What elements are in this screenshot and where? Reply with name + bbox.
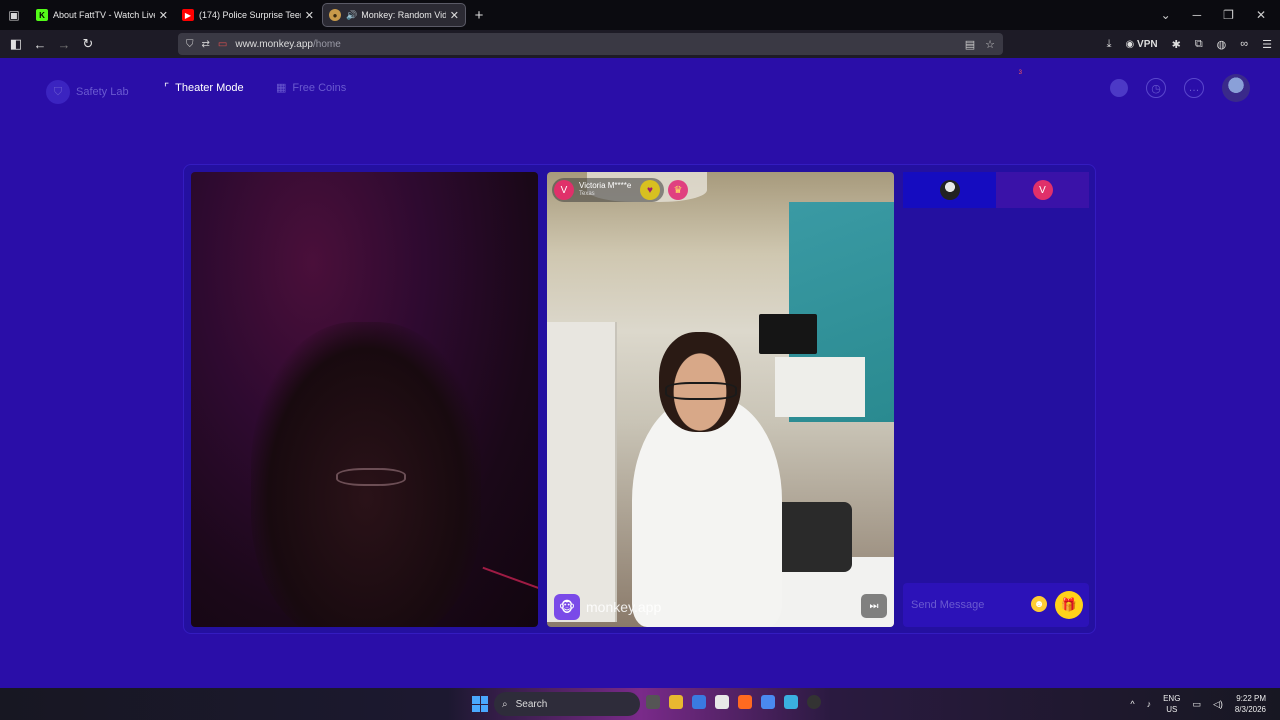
windows-taskbar: ⌕ Search ^ ♪ ENG US ▭ ◁) 9:22 PM 8/3/202… bbox=[0, 688, 1280, 720]
search-icon: ⌕ bbox=[502, 698, 508, 710]
browser-tab-strip: ▣ K About FattTV - Watch Live on K ✕ ▶ (… bbox=[0, 0, 1280, 30]
kick-favicon-icon: K bbox=[36, 9, 48, 21]
remote-camera-view bbox=[547, 172, 894, 627]
trophy-icon: ♛ bbox=[673, 184, 683, 196]
close-icon[interactable]: ✕ bbox=[305, 9, 314, 22]
monkey-logo-icon: 🐵 bbox=[554, 594, 580, 620]
tab-title: About FattTV - Watch Live on K bbox=[53, 10, 155, 20]
badge-button[interactable]: ♛ bbox=[668, 180, 688, 200]
remote-tab-avatar: V bbox=[1032, 180, 1053, 200]
search-label: Search bbox=[515, 698, 548, 710]
gift-button[interactable]: 🎁 bbox=[1055, 591, 1083, 619]
remote-user-avatar: V bbox=[554, 180, 574, 200]
sidebar-toggle-icon[interactable]: ◧ bbox=[4, 32, 28, 56]
extensions-puzzle-icon[interactable]: ⧉ bbox=[1195, 38, 1203, 51]
forward-button[interactable]: → bbox=[52, 32, 76, 56]
safety-lab-label: Safety Lab bbox=[76, 86, 129, 98]
profile-avatar[interactable] bbox=[1222, 74, 1250, 102]
chevron-down-icon[interactable]: ⌄ bbox=[1161, 8, 1171, 22]
filter-icon[interactable] bbox=[1110, 79, 1128, 97]
send-message-input[interactable] bbox=[911, 599, 1021, 611]
safety-lab-link[interactable]: ⛉ Safety Lab bbox=[46, 80, 129, 104]
bookmark-star-icon[interactable]: ☆ bbox=[985, 38, 995, 51]
glasses-icon[interactable]: ∞ bbox=[1240, 38, 1248, 50]
free-coins-label: Free Coins bbox=[292, 81, 347, 94]
coins-icon: ▦ bbox=[276, 82, 287, 94]
emoji-button[interactable]: ☻ bbox=[1031, 596, 1047, 612]
browser-tab-fatttv[interactable]: K About FattTV - Watch Live on K ✕ bbox=[30, 3, 174, 27]
language-indicator[interactable]: ENG US bbox=[1163, 693, 1180, 715]
chevron-up-icon[interactable]: ^ bbox=[1130, 699, 1134, 709]
chat-tab-remote[interactable]: V bbox=[996, 172, 1089, 208]
theater-mode-button[interactable]: ⌜ Theater Mode bbox=[164, 81, 244, 95]
history-clock-icon[interactable]: ◷ bbox=[1146, 78, 1166, 98]
shield-icon[interactable]: ⛉ bbox=[186, 39, 194, 50]
heart-icon: ♥ bbox=[647, 184, 653, 196]
system-clock[interactable]: 9:22 PM 8/3/2026 bbox=[1235, 693, 1266, 715]
profile-icon[interactable]: ◍ bbox=[1217, 38, 1227, 51]
download-icon[interactable]: ⤓ bbox=[1107, 38, 1112, 51]
windows-start-icon[interactable] bbox=[472, 696, 488, 712]
browser-nav-bar: ◧ ← → ↻ ⛉ ⇄ ▭ www.monkey.app/home ▤ ☆ ⤓ … bbox=[0, 30, 1280, 58]
skip-icon: ⏭ bbox=[869, 600, 879, 612]
menu-icon[interactable]: ☰ bbox=[1262, 38, 1272, 51]
tab-title: (174) Police Surprise Teens Min bbox=[199, 10, 301, 20]
app-header: ⛉ Safety Lab ⌜ Theater Mode ▦ Free Coins… bbox=[0, 58, 1280, 116]
shield-icon: ⛉ bbox=[46, 80, 70, 104]
chat-panel: V ☻ 🎁 bbox=[903, 172, 1089, 627]
network-icon[interactable]: ▭ bbox=[1192, 699, 1201, 710]
task-view-icon[interactable] bbox=[646, 695, 660, 709]
volume-icon[interactable]: ◁) bbox=[1213, 699, 1223, 710]
minimize-icon[interactable]: ─ bbox=[1193, 8, 1202, 22]
back-button[interactable]: ← bbox=[28, 32, 52, 56]
chat-bubble-icon[interactable]: … bbox=[1184, 78, 1204, 98]
notification-badge: 3 bbox=[1018, 70, 1022, 76]
microphone-icon[interactable]: ♪ bbox=[1147, 699, 1152, 709]
app-icon[interactable] bbox=[784, 695, 798, 709]
expand-icon: ⌜ bbox=[164, 82, 170, 94]
self-avatar bbox=[939, 180, 960, 200]
theater-mode-label: Theater Mode bbox=[175, 81, 244, 94]
browser-tab-youtube[interactable]: ▶ (174) Police Surprise Teens Min ✕ bbox=[176, 3, 320, 27]
address-bar[interactable]: ⛉ ⇄ ▭ www.monkey.app/home ▤ ☆ bbox=[178, 33, 1003, 55]
extension-icon[interactable]: ✱ bbox=[1172, 38, 1181, 51]
restore-icon[interactable]: ❐ bbox=[1223, 8, 1234, 22]
close-window-icon[interactable]: ✕ bbox=[1256, 8, 1266, 22]
remote-user-name: Victoria M****e bbox=[579, 181, 632, 190]
close-icon[interactable]: ✕ bbox=[450, 9, 459, 22]
close-icon[interactable]: ✕ bbox=[159, 9, 168, 22]
message-bar: ☻ 🎁 bbox=[903, 583, 1089, 627]
firefox-icon[interactable] bbox=[738, 695, 752, 709]
skip-next-button[interactable]: ⏭ bbox=[861, 594, 887, 618]
store-icon[interactable] bbox=[715, 695, 729, 709]
smiley-icon: ☻ bbox=[1033, 598, 1045, 610]
watermark-text: monkey.app bbox=[586, 599, 662, 615]
local-camera-view bbox=[191, 172, 538, 627]
edge-icon[interactable] bbox=[692, 695, 706, 709]
gift-icon: 🎁 bbox=[1060, 597, 1078, 612]
taskbar-search[interactable]: ⌕ Search bbox=[494, 692, 640, 716]
permissions-icon[interactable]: ⇄ bbox=[202, 39, 210, 50]
speaker-icon[interactable]: 🔊 bbox=[346, 10, 357, 21]
remote-user-location: Texas bbox=[579, 191, 595, 197]
browser-tab-monkey[interactable]: ● 🔊 Monkey: Random Video Ch ✕ bbox=[322, 3, 466, 27]
obs-icon[interactable] bbox=[807, 695, 821, 709]
app-icon[interactable] bbox=[761, 695, 775, 709]
chat-tab-self[interactable] bbox=[903, 172, 996, 208]
youtube-favicon-icon: ▶ bbox=[182, 9, 194, 21]
tab-title: Monkey: Random Video Ch bbox=[361, 10, 446, 20]
monkey-favicon-icon: ● bbox=[329, 9, 341, 21]
monkey-watermark: 🐵 monkey.app bbox=[554, 594, 661, 620]
tab-list-icon[interactable]: ▣ bbox=[0, 0, 28, 30]
url-text[interactable]: www.monkey.app/home bbox=[235, 39, 340, 50]
heart-button[interactable]: ♥ bbox=[640, 180, 660, 200]
vpn-button[interactable]: ◉ VPN bbox=[1126, 39, 1158, 50]
file-explorer-icon[interactable] bbox=[669, 695, 683, 709]
reload-button[interactable]: ↻ bbox=[76, 32, 100, 56]
free-coins-link[interactable]: ▦ Free Coins bbox=[276, 81, 347, 95]
camera-sharing-icon[interactable]: ▭ bbox=[218, 39, 227, 50]
new-tab-button[interactable]: + bbox=[466, 7, 492, 24]
reader-view-icon[interactable]: ▤ bbox=[965, 38, 975, 51]
